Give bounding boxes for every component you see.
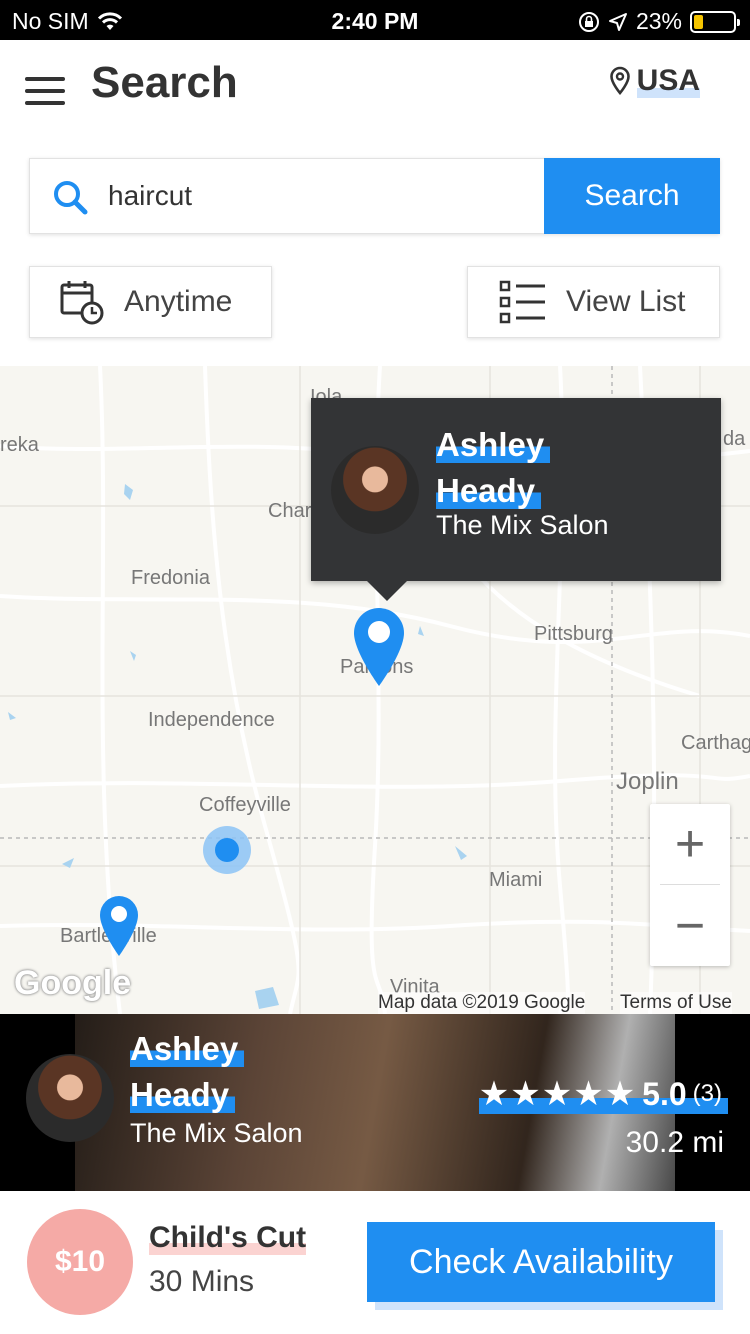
review-count: (3) (692, 1080, 722, 1107)
search-button[interactable]: Search (544, 158, 720, 234)
map-marker-icon[interactable] (352, 606, 406, 688)
stylist-name: Ashley Heady (130, 1026, 245, 1118)
map-attribution: Map data ©2019 Google (378, 992, 586, 1014)
rating-score: 5.0 (642, 1075, 687, 1112)
zoom-in-button[interactable]: + (650, 804, 730, 884)
app-header: Search USA (0, 40, 750, 140)
avatar (26, 1054, 114, 1142)
google-logo: Google (14, 964, 132, 1002)
map-label-coffeyville: Coffeyville (199, 794, 291, 816)
region-selector[interactable]: USA (609, 64, 700, 98)
stylist-last-name: Heady (130, 1076, 236, 1113)
distance: 30.2 mi (625, 1126, 724, 1159)
map-pin-icon (609, 66, 630, 96)
search-bar: Search (29, 158, 720, 234)
calendar-clock-icon (60, 281, 104, 325)
map-info-popup[interactable]: Ashley Heady The Mix Salon (311, 398, 721, 601)
stylist-name: Ashley Heady (436, 422, 551, 514)
map-view[interactable]: Iola reka da Char Fredonia Pittsburg Par… (0, 366, 750, 1014)
battery-percent: 23% (635, 8, 682, 34)
avatar (331, 446, 419, 534)
orientation-lock-icon (578, 11, 599, 32)
anytime-label: Anytime (124, 285, 233, 318)
salon-name: The Mix Salon (436, 510, 609, 540)
stylist-card[interactable]: Ashley Heady The Mix Salon ★★★★★ 5.0 (3)… (0, 1014, 750, 1191)
service-bar: $10 Child's Cut 30 Mins Check Availabili… (0, 1191, 750, 1334)
location-arrow-icon (608, 12, 627, 31)
map-label-fredonia: Fredonia (131, 567, 210, 589)
page-title: Search (91, 58, 238, 107)
search-icon (54, 181, 88, 215)
map-label-carthage: Carthag (681, 732, 750, 754)
map-label-chanute: Char (268, 500, 312, 522)
hamburger-menu-icon[interactable] (25, 77, 65, 105)
price-badge: $10 (27, 1209, 133, 1315)
service-name: Child's Cut (149, 1221, 307, 1255)
zoom-out-button[interactable]: − (650, 886, 730, 966)
salon-name: The Mix Salon (130, 1118, 303, 1148)
search-input[interactable] (108, 159, 538, 233)
map-label-joplin: Joplin (616, 768, 679, 795)
stylist-first-name: Ashley (130, 1030, 245, 1067)
battery-icon (690, 10, 740, 33)
check-availability-button[interactable]: Check Availability (367, 1222, 715, 1302)
map-label-pittsburg: Pittsburg (534, 623, 613, 645)
zoom-controls: + − (650, 804, 730, 966)
rating: ★★★★★ 5.0 (3) (478, 1074, 728, 1114)
map-label-eureka: reka (0, 434, 39, 456)
service-duration: 30 Mins (149, 1265, 255, 1298)
view-list-label: View List (566, 285, 686, 318)
map-label-independence: Independence (148, 709, 275, 731)
region-label: USA (636, 64, 700, 98)
anytime-filter-button[interactable]: Anytime (29, 266, 272, 338)
terms-of-use-link[interactable]: Terms of Use (620, 992, 732, 1014)
map-label-miami: Miami (489, 869, 543, 891)
map-label-nevada: da (723, 428, 746, 450)
stylist-first-name: Ashley (436, 426, 551, 463)
map-marker-icon[interactable] (98, 894, 140, 958)
star-rating-icon: ★★★★★ (478, 1075, 637, 1113)
status-bar: No SIM 2:40 PM 23% (0, 0, 750, 40)
view-list-button[interactable]: View List (467, 266, 720, 338)
stylist-last-name: Heady (436, 472, 542, 509)
list-icon (499, 280, 545, 324)
